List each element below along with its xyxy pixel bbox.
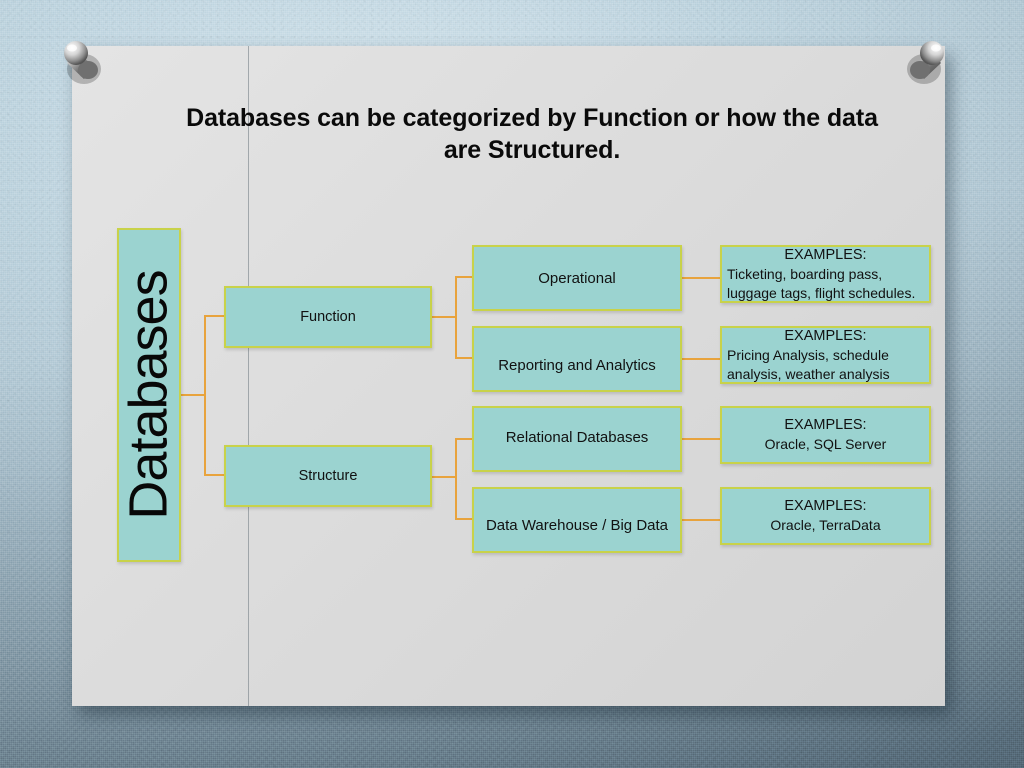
node-operational[interactable]: Operational — [472, 245, 682, 311]
connector-function-trunk — [455, 276, 457, 358]
node-function[interactable]: Function — [224, 286, 432, 348]
pushpin-right-icon — [907, 41, 944, 84]
connector-to-structure — [204, 474, 226, 476]
page-title: Databases can be categorized by Function… — [186, 104, 878, 164]
examples-relational[interactable]: EXAMPLES: Oracle, SQL Server — [720, 406, 931, 464]
examples-reporting-body: Pricing Analysis, schedule analysis, wea… — [727, 347, 890, 382]
examples-operational-heading: EXAMPLES: — [784, 246, 867, 263]
node-relational-databases[interactable]: Relational Databases — [472, 406, 682, 472]
node-reporting-and-analytics[interactable]: Reporting and Analytics — [472, 326, 682, 392]
examples-relational-heading: EXAMPLES: — [784, 417, 867, 434]
connector-to-function — [204, 315, 226, 317]
examples-relational-body: Oracle, SQL Server — [764, 436, 887, 453]
connector-structure-trunk — [455, 438, 457, 519]
node-reporting-label: Reporting and Analytics — [498, 356, 656, 374]
examples-warehouse-body: Oracle, TerraData — [770, 517, 881, 534]
pushpin-left-icon — [64, 41, 101, 84]
node-structure[interactable]: Structure — [224, 445, 432, 507]
connector-reporting-examples — [680, 358, 722, 360]
node-operational-label: Operational — [538, 269, 616, 287]
node-databases-label: Databases — [119, 270, 180, 520]
node-warehouse-label: Data Warehouse / Big Data — [485, 516, 669, 534]
node-relational-label: Relational Databases — [505, 428, 649, 446]
node-structure-label: Structure — [298, 468, 358, 484]
examples-warehouse[interactable]: EXAMPLES: Oracle, TerraData — [720, 487, 931, 545]
slide-sheet: Databases can be categorized by Function… — [72, 46, 945, 706]
node-databases[interactable]: Databases — [117, 228, 181, 562]
connector-databases-stub — [181, 394, 206, 396]
connector-warehouse-examples — [680, 519, 722, 521]
node-data-warehouse-big-data[interactable]: Data Warehouse / Big Data — [472, 487, 682, 553]
connector-relational-examples — [680, 438, 722, 440]
node-function-label: Function — [300, 309, 356, 325]
connector-function-stub — [431, 316, 457, 318]
connector-operational-examples — [680, 277, 722, 279]
examples-reporting[interactable]: EXAMPLES: Pricing Analysis, schedule ana… — [720, 326, 931, 384]
examples-warehouse-heading: EXAMPLES: — [784, 498, 867, 515]
examples-reporting-heading: EXAMPLES: — [784, 327, 867, 344]
connector-structure-stub — [431, 476, 457, 478]
examples-operational[interactable]: EXAMPLES: Ticketing, boarding pass, lugg… — [720, 245, 931, 303]
examples-operational-body: Ticketing, boarding pass, luggage tags, … — [727, 266, 916, 301]
connector-databases-trunk — [204, 315, 206, 476]
